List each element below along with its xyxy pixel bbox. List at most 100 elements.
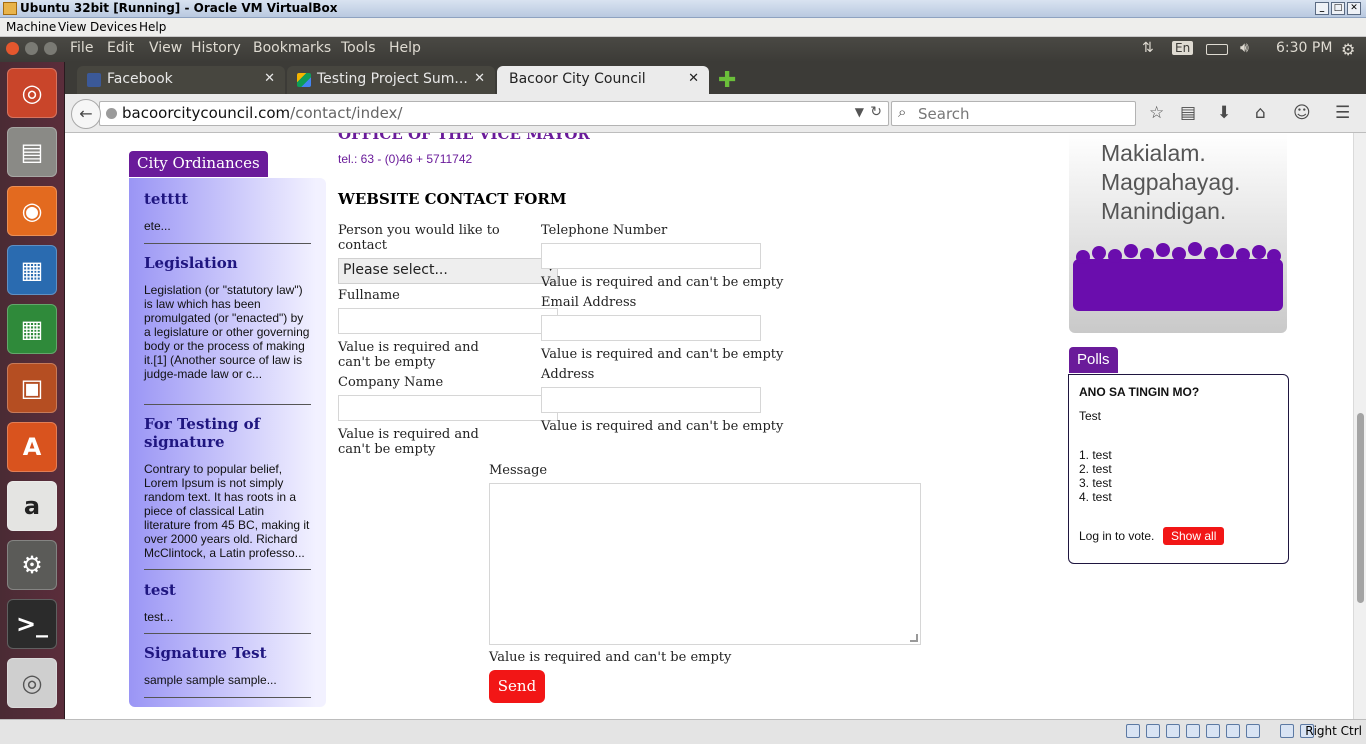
company-input[interactable] <box>338 395 558 421</box>
libreoffice-writer-icon[interactable]: ▦ <box>7 245 57 295</box>
send-button[interactable]: Send <box>489 670 545 703</box>
power-gear-icon[interactable]: ⚙ <box>1341 40 1355 59</box>
window-close-icon[interactable] <box>6 42 19 55</box>
telephone-input[interactable] <box>541 243 761 269</box>
company-label: Company Name <box>338 375 444 390</box>
ordinance-item[interactable]: Signature Test sample sample sample... <box>144 644 311 698</box>
address-label: Address <box>541 367 595 382</box>
ordinance-title[interactable]: Signature Test <box>144 644 311 662</box>
message-textarea[interactable] <box>489 483 921 645</box>
bookmarks-list-icon[interactable]: ▤ <box>1180 103 1196 123</box>
ubuntu-dash-icon[interactable]: ◎ <box>7 68 57 118</box>
ordinance-title[interactable]: Legislation <box>144 254 311 272</box>
battery-icon[interactable] <box>1206 44 1228 55</box>
menu-history[interactable]: History <box>191 40 241 56</box>
tab-testing-project[interactable]: Testing Project Sum... ✕ <box>287 66 495 94</box>
optical-drive-icon[interactable] <box>1146 724 1160 738</box>
address-bar[interactable]: bacoorcitycouncil.com/contact/index/ ▼ ↻ <box>99 101 889 126</box>
scrollbar-thumb[interactable] <box>1357 413 1364 603</box>
window-minimize-icon[interactable] <box>25 42 38 55</box>
url-dropdown-icon[interactable]: ▼ <box>855 105 864 119</box>
person-label: Person you would like to contact <box>338 223 500 253</box>
ordinance-title[interactable]: test <box>144 581 311 599</box>
maximize-icon[interactable]: □ <box>1331 2 1345 15</box>
network-transfer-icon[interactable]: ⇅ <box>1142 40 1154 56</box>
tab-close-icon[interactable]: ✕ <box>264 71 275 86</box>
facebook-favicon-icon <box>87 73 101 87</box>
audio-icon[interactable] <box>1166 724 1180 738</box>
libreoffice-calc-icon[interactable]: ▦ <box>7 304 57 354</box>
tab-close-icon[interactable]: ✕ <box>688 71 699 86</box>
fullname-input[interactable] <box>338 308 558 334</box>
search-input[interactable]: ⌕ Search <box>891 101 1136 126</box>
chat-icon[interactable]: ☺ <box>1293 103 1311 123</box>
shared-folders-icon[interactable] <box>1226 724 1240 738</box>
ordinance-title[interactable]: tetttt <box>144 190 311 208</box>
libreoffice-impress-icon[interactable]: ▣ <box>7 363 57 413</box>
office-telephone: tel.: 63 - (0)46 + 5711742 <box>338 152 473 166</box>
web-page: City Ordinances tetttt ete... Legislatio… <box>65 133 1353 719</box>
reload-icon[interactable]: ↻ <box>870 104 882 120</box>
person-select[interactable]: Please select... ▼ <box>338 258 558 284</box>
firefox-icon[interactable]: ◉ <box>7 186 57 236</box>
files-icon[interactable]: ▤ <box>7 127 57 177</box>
address-input[interactable] <box>541 387 761 413</box>
close-icon[interactable]: ✕ <box>1347 2 1361 15</box>
clock[interactable]: 6:30 PM <box>1276 40 1332 56</box>
vbox-title-bar: Ubuntu 32bit [Running] - Oracle VM Virtu… <box>0 0 1366 18</box>
usb-icon[interactable] <box>1206 724 1220 738</box>
show-all-button[interactable]: Show all <box>1163 527 1225 545</box>
window-title: Ubuntu 32bit [Running] - Oracle VM Virtu… <box>20 1 338 15</box>
site-info-icon[interactable] <box>106 108 117 119</box>
ordinance-item[interactable]: Legislation Legislation (or "statutory l… <box>144 254 311 405</box>
poll-options: 1. test 2. test 3. test 4. test <box>1079 448 1112 504</box>
terminal-icon[interactable]: >_ <box>7 599 57 649</box>
ordinance-item[interactable]: tetttt ete... <box>144 190 311 244</box>
new-tab-icon[interactable]: ✚ <box>718 68 736 93</box>
hard-disk-icon[interactable] <box>1126 724 1140 738</box>
tab-facebook[interactable]: Facebook ✕ <box>77 66 285 94</box>
ordinance-item[interactable]: test test... <box>144 581 311 634</box>
ordinance-title[interactable]: For Testing of signature <box>144 415 311 451</box>
mouse-integration-icon[interactable] <box>1280 724 1294 738</box>
poll-question: ANO SA TINGIN MO? <box>1079 385 1200 399</box>
menu-file[interactable]: File <box>70 40 93 56</box>
vbox-menu-machine[interactable]: Machine <box>6 20 56 34</box>
software-center-icon[interactable]: A <box>7 422 57 472</box>
search-placeholder: Search <box>918 105 970 123</box>
ordinance-item[interactable]: For Testing of signature Contrary to pop… <box>144 415 311 570</box>
downloads-icon[interactable]: ⬇ <box>1217 103 1231 123</box>
tab-bacoor-city-council[interactable]: Bacoor City Council ✕ <box>497 66 709 94</box>
keyboard-indicator[interactable]: En <box>1172 41 1194 55</box>
bookmark-star-icon[interactable]: ☆ <box>1149 103 1164 123</box>
crowd-silhouette-icon <box>1073 242 1283 311</box>
city-ordinances-panel: tetttt ete... Legislation Legislation (o… <box>129 178 326 707</box>
email-input[interactable] <box>541 315 761 341</box>
volume-icon[interactable]: 🔊︎ <box>1240 40 1249 56</box>
banner-line: Manindigan. <box>1101 198 1227 224</box>
city-ordinances-title: City Ordinances <box>129 151 268 177</box>
tab-close-icon[interactable]: ✕ <box>474 71 485 86</box>
network-icon[interactable] <box>1186 724 1200 738</box>
minimize-icon[interactable]: _ <box>1315 2 1329 15</box>
telephone-label: Telephone Number <box>541 223 668 238</box>
vbox-menu-help[interactable]: Help <box>139 20 166 34</box>
menu-help[interactable]: Help <box>389 40 421 56</box>
system-settings-icon[interactable]: ⚙ <box>7 540 57 590</box>
amazon-icon[interactable]: a <box>7 481 57 531</box>
menu-edit[interactable]: Edit <box>107 40 134 56</box>
home-icon[interactable]: ⌂ <box>1255 103 1266 123</box>
menu-hamburger-icon[interactable]: ☰ <box>1335 103 1350 123</box>
resize-grip-icon[interactable] <box>910 634 918 642</box>
menu-bookmarks[interactable]: Bookmarks <box>253 40 331 56</box>
vbox-menu-devices[interactable]: Devices <box>90 20 137 34</box>
menu-view[interactable]: View <box>149 40 182 56</box>
page-scrollbar[interactable] <box>1353 133 1366 719</box>
back-button[interactable]: ← <box>71 99 101 129</box>
menu-tools[interactable]: Tools <box>341 40 376 56</box>
dvd-icon[interactable]: ◎ <box>7 658 57 708</box>
tab-label: Testing Project Sum... <box>317 71 468 87</box>
display-icon[interactable] <box>1246 724 1260 738</box>
vbox-menu-view[interactable]: View <box>58 20 86 34</box>
window-maximize-icon[interactable] <box>44 42 57 55</box>
